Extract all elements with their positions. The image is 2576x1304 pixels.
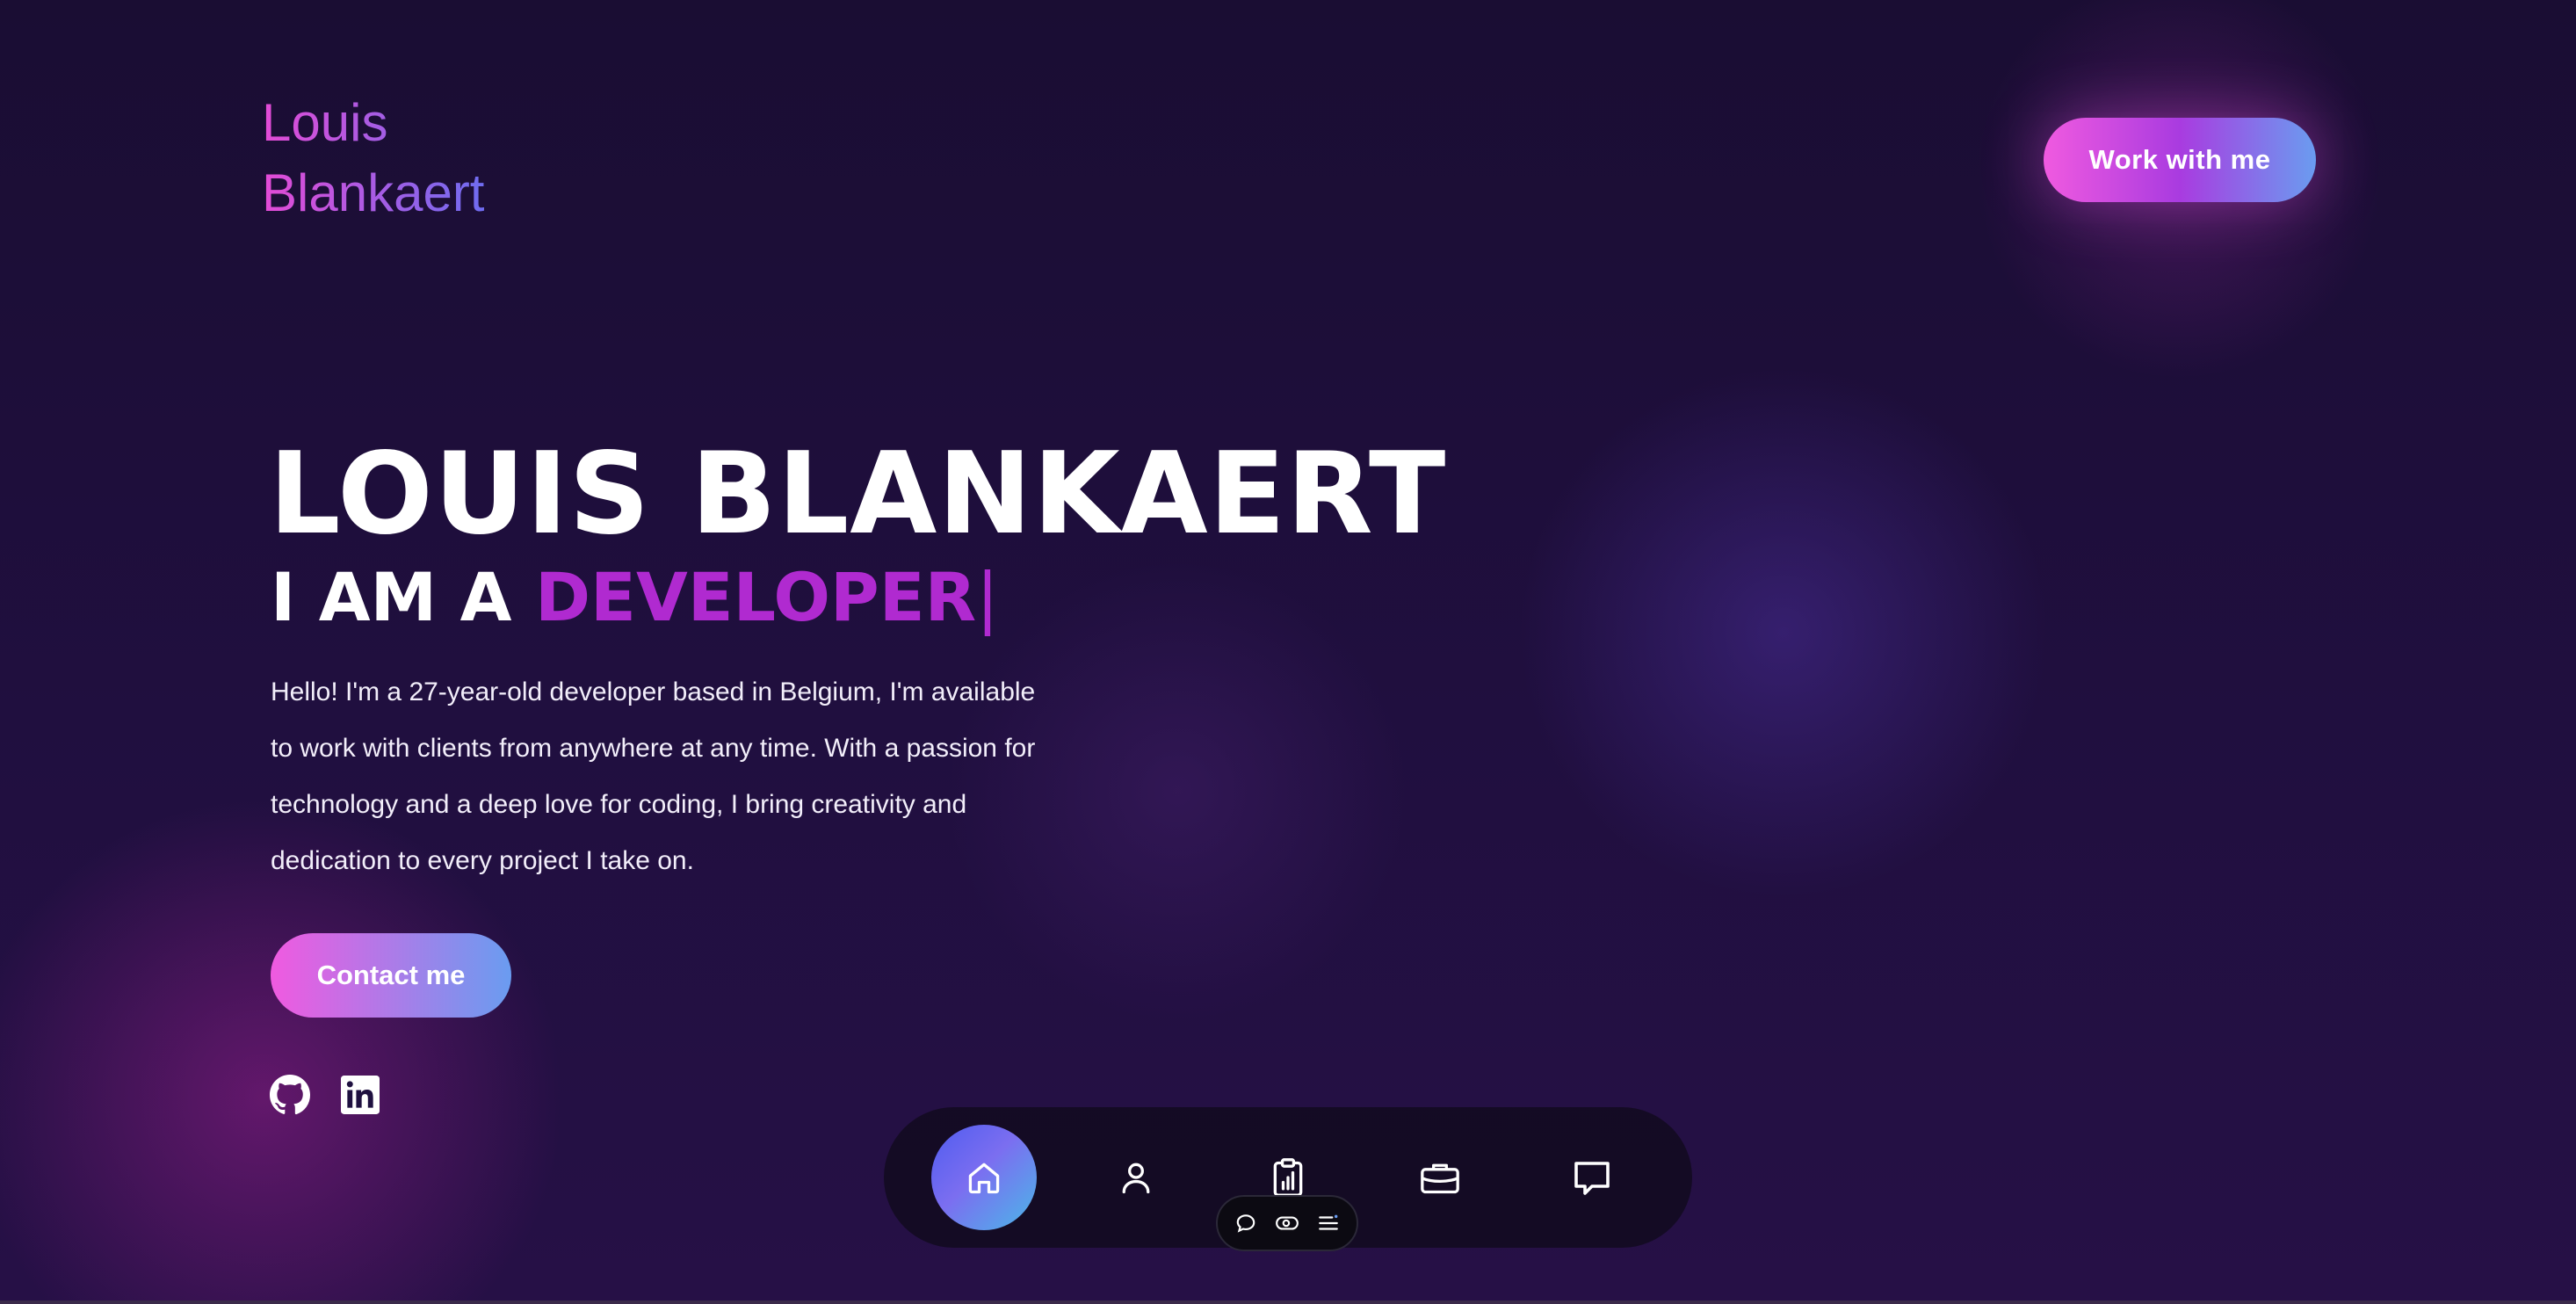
linkedin-icon[interactable] xyxy=(339,1074,381,1116)
typing-cursor: | xyxy=(976,558,999,636)
logo-last-name: Blankaert xyxy=(262,163,485,222)
site-logo[interactable]: Louis Blankaert xyxy=(262,88,484,228)
nav-projects[interactable] xyxy=(1387,1125,1493,1230)
comment-icon[interactable] xyxy=(1233,1210,1259,1236)
home-icon xyxy=(969,1163,1000,1194)
role-prefix: I AM A xyxy=(271,558,512,636)
bottom-edge xyxy=(0,1300,2576,1304)
work-with-me-button[interactable]: Work with me xyxy=(2044,118,2316,202)
list-icon[interactable] xyxy=(1315,1210,1342,1236)
nav-contact[interactable] xyxy=(1539,1125,1645,1230)
hero-title: LOUIS BLANKAERT xyxy=(269,429,1447,560)
role-word: DEVELOPER xyxy=(534,558,977,636)
contact-me-button[interactable]: Contact me xyxy=(271,933,511,1018)
mini-toolbar xyxy=(1216,1195,1358,1251)
github-icon[interactable] xyxy=(269,1074,311,1116)
clipboard-chart-icon xyxy=(1273,1158,1303,1197)
briefcase-icon xyxy=(1420,1163,1459,1194)
intro-paragraph: Hello! I'm a 27-year-old developer based… xyxy=(271,677,1036,875)
hero-role: I AM A DEVELOPER| xyxy=(271,555,999,640)
user-icon xyxy=(1122,1163,1150,1194)
social-links xyxy=(269,1074,381,1116)
nav-home[interactable] xyxy=(931,1125,1038,1230)
eye-toggle-icon[interactable] xyxy=(1274,1210,1300,1236)
chat-icon xyxy=(1574,1162,1610,1195)
nav-about[interactable] xyxy=(1083,1125,1189,1230)
logo-first-name: Louis xyxy=(262,93,388,152)
